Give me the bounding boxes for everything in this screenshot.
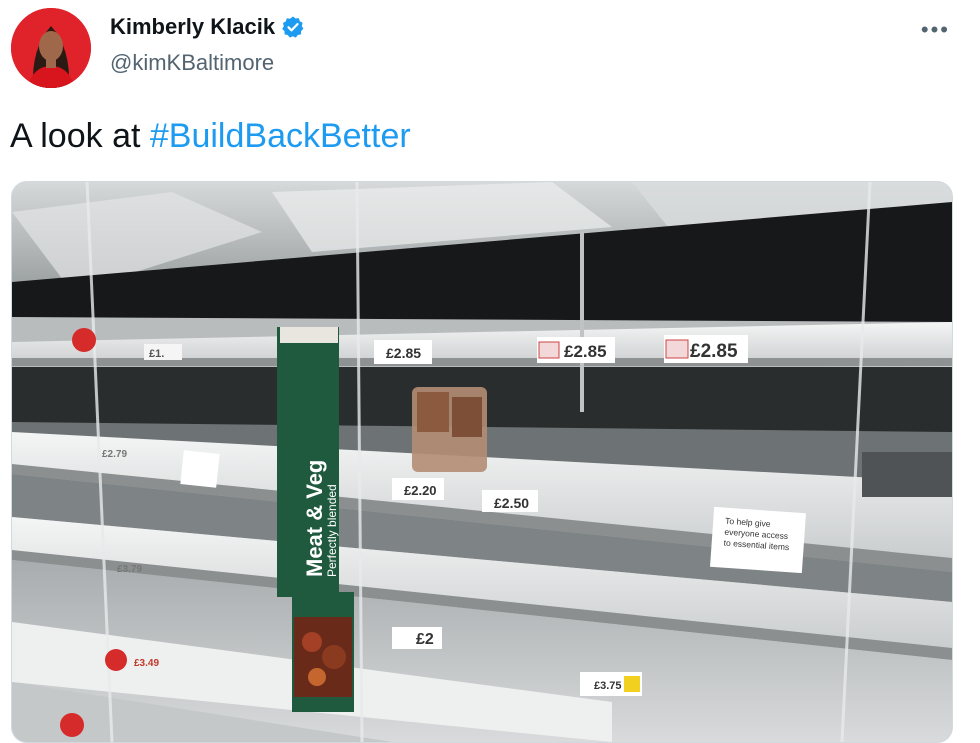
- price-top-c: £2.85: [564, 342, 607, 361]
- tweet-photo[interactable]: £1. £2.85 £2.85 £2.85 £2.79 £2.20 £2.50: [11, 181, 953, 743]
- price-low-b: £2: [416, 631, 434, 648]
- sign-title: Meat & Veg: [302, 460, 327, 577]
- author-handle[interactable]: @kimKBaltimore: [110, 50, 274, 76]
- tweet-text-prefix: A look at: [10, 117, 150, 155]
- sign-subtitle: Perfectly blended: [325, 484, 339, 577]
- price-top-b: £2.85: [386, 345, 421, 361]
- price-bot-b: £3.75: [594, 680, 622, 692]
- hashtag-link[interactable]: #BuildBackBetter: [150, 117, 411, 155]
- price-mid-b: £2.20: [404, 483, 437, 498]
- price-low-a: £3.79: [117, 564, 142, 575]
- author-display-name[interactable]: Kimberly Klacik: [110, 14, 275, 40]
- price-top-a: £1.: [149, 348, 164, 360]
- tweet-text: A look at #BuildBackBetter: [10, 117, 411, 156]
- price-mid-c: £2.50: [494, 495, 529, 511]
- avatar[interactable]: [11, 8, 91, 88]
- author-display-name-row[interactable]: Kimberly Klacik: [110, 14, 305, 40]
- notice-card: To help give everyone access to essentia…: [710, 506, 806, 574]
- price-top-d: £2.85: [690, 341, 738, 362]
- price-mid-a: £2.79: [102, 449, 127, 460]
- price-bot-a: £3.49: [134, 658, 159, 669]
- more-options-icon[interactable]: •••: [921, 17, 950, 43]
- avatar-image: [11, 8, 91, 88]
- verified-badge-icon: [282, 16, 304, 38]
- empty-shelves-photo: £1. £2.85 £2.85 £2.85 £2.79 £2.20 £2.50: [12, 182, 952, 742]
